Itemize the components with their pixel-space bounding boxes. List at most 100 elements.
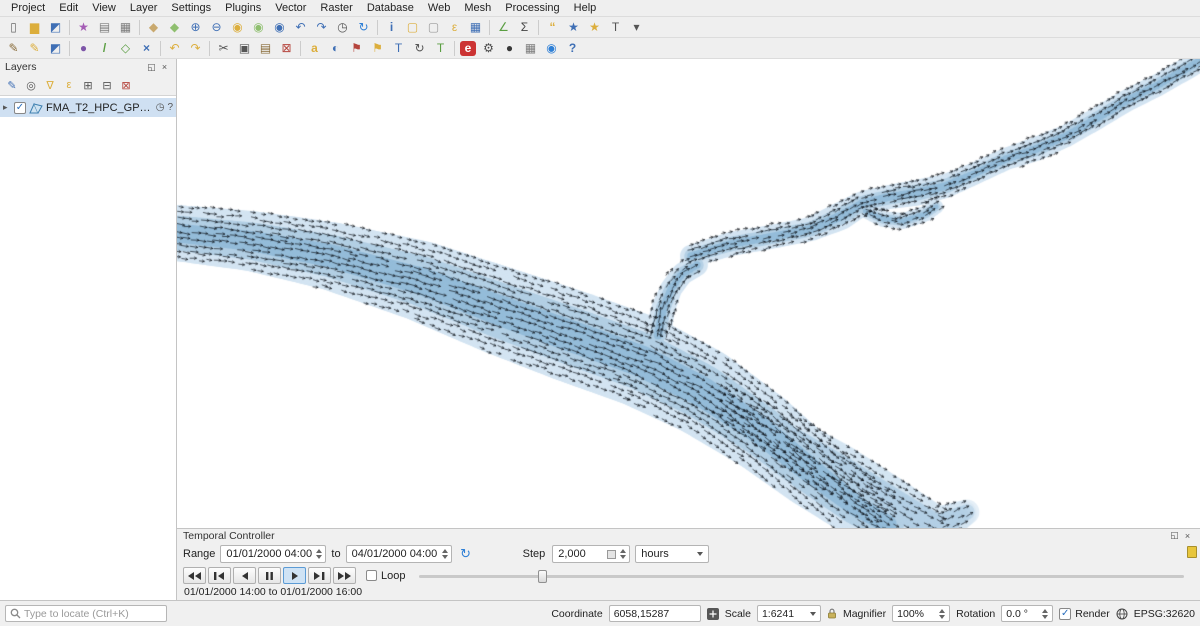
step-spinner[interactable] — [620, 549, 626, 559]
map-canvas[interactable] — [177, 59, 1200, 528]
measure-icon[interactable]: ∠ — [493, 18, 514, 37]
crs-indicator-icon[interactable]: ? — [167, 102, 173, 113]
step-back-button[interactable] — [233, 567, 256, 584]
magnifier-lock-icon[interactable] — [827, 608, 837, 619]
remove-layer-icon[interactable]: ⊠ — [117, 77, 135, 94]
set-to-full-range-icon[interactable]: ↻ — [457, 546, 475, 562]
select-by-expression-icon[interactable]: ε — [444, 18, 465, 37]
collapse-all-icon[interactable]: ⊟ — [98, 77, 116, 94]
slider-handle[interactable] — [538, 570, 547, 583]
pan-map-icon[interactable]: ◆ — [143, 18, 164, 37]
help-icon[interactable]: ? — [562, 39, 583, 58]
menu-view[interactable]: View — [85, 1, 123, 15]
zoom-next-icon[interactable]: ↷ — [311, 18, 332, 37]
zoom-in-icon[interactable]: ⊕ — [185, 18, 206, 37]
text-annotation-icon[interactable]: T — [605, 18, 626, 37]
crs-status[interactable]: EPSG:32620 — [1134, 608, 1195, 620]
vertex-tool-icon[interactable]: × — [136, 39, 157, 58]
python-console-icon[interactable]: ● — [499, 39, 520, 58]
layers-dock-icon[interactable]: ◱ — [145, 62, 158, 73]
fast-forward-button[interactable] — [333, 567, 356, 584]
temporal-dock-icon[interactable]: ◱ — [1168, 530, 1181, 541]
skip-end-button[interactable] — [308, 567, 331, 584]
deselect-features-icon[interactable]: ▢ — [423, 18, 444, 37]
range-start-spinner[interactable] — [316, 549, 322, 559]
layer-labeling-icon[interactable]: a — [304, 39, 325, 58]
plugin-badge-icon[interactable]: e — [460, 41, 476, 56]
menu-web[interactable]: Web — [421, 1, 457, 15]
extents-icon[interactable] — [707, 608, 719, 620]
digitize-line-icon[interactable]: / — [94, 39, 115, 58]
identify-features-icon[interactable]: i — [381, 18, 402, 37]
digitize-point-icon[interactable]: ● — [73, 39, 94, 58]
step-widget-icon[interactable] — [607, 550, 616, 559]
change-label-icon[interactable]: T — [430, 39, 451, 58]
slider-track[interactable] — [419, 575, 1184, 578]
temporal-close-icon[interactable]: × — [1181, 531, 1194, 541]
manage-map-themes-icon[interactable]: ◎ — [22, 77, 40, 94]
grid-icon[interactable]: ▦ — [520, 39, 541, 58]
step-input[interactable]: 2,000 — [552, 545, 630, 563]
menu-edit[interactable]: Edit — [52, 1, 85, 15]
statistics-icon[interactable]: Σ — [514, 18, 535, 37]
magnifier-spinner[interactable] — [939, 609, 945, 619]
layer-row[interactable]: ▸ ✓ FMA_T2_HPC_GPU_PU1_10 ◷ ? — [0, 98, 176, 117]
menu-mesh[interactable]: Mesh — [457, 1, 498, 15]
play-button[interactable] — [283, 567, 306, 584]
redo-icon[interactable]: ↷ — [185, 39, 206, 58]
attribute-table-icon[interactable]: ▦ — [465, 18, 486, 37]
locate-input[interactable] — [24, 608, 162, 620]
loop-checkbox[interactable] — [366, 570, 377, 581]
zoom-out-icon[interactable]: ⊖ — [206, 18, 227, 37]
new-layout-icon[interactable]: ▤ — [94, 18, 115, 37]
menu-database[interactable]: Database — [360, 1, 421, 15]
open-project-icon[interactable]: ▆ — [24, 18, 45, 37]
open-layer-styling-icon[interactable]: ✎ — [3, 77, 21, 94]
rotate-label-icon[interactable]: ↻ — [409, 39, 430, 58]
pin-labels-icon[interactable]: ⚑ — [346, 39, 367, 58]
layers-close-icon[interactable]: × — [158, 62, 171, 72]
save-edits-icon[interactable]: ◩ — [45, 39, 66, 58]
filter-by-expression-icon[interactable]: ε — [60, 77, 78, 94]
step-unit-combo[interactable]: hours — [635, 545, 709, 563]
pause-button[interactable] — [258, 567, 281, 584]
menu-project[interactable]: Project — [4, 1, 52, 15]
locate-box[interactable] — [5, 605, 167, 622]
scale-combo[interactable]: 1:6241 — [757, 605, 821, 622]
move-label-icon[interactable]: T — [388, 39, 409, 58]
cut-features-icon[interactable]: ✂ — [213, 39, 234, 58]
range-end-spinner[interactable] — [442, 549, 448, 559]
menu-layer[interactable]: Layer — [123, 1, 165, 15]
temporal-controller-icon[interactable]: ◷ — [332, 18, 353, 37]
menu-vector[interactable]: Vector — [268, 1, 313, 15]
range-start-input[interactable]: 01/01/2000 04:00 — [220, 545, 326, 563]
rotation-box[interactable]: 0.0 ° — [1001, 605, 1053, 622]
refresh-map-icon[interactable]: ↻ — [353, 18, 374, 37]
new-bookmark-icon[interactable]: ★ — [563, 18, 584, 37]
new-project-icon[interactable]: ▯ — [3, 18, 24, 37]
metasearch-icon[interactable]: ◉ — [541, 39, 562, 58]
save-project-icon[interactable]: ◩ — [45, 18, 66, 37]
highlight-labels-icon[interactable]: ⚑ — [367, 39, 388, 58]
copy-features-icon[interactable]: ▣ — [234, 39, 255, 58]
show-bookmarks-icon[interactable]: ★ — [584, 18, 605, 37]
rewind-button[interactable] — [183, 567, 206, 584]
menu-settings[interactable]: Settings — [164, 1, 218, 15]
expand-arrow-icon[interactable]: ▸ — [3, 102, 11, 113]
style-manager-icon[interactable]: ★ — [73, 18, 94, 37]
render-checkbox[interactable]: ✓ — [1059, 608, 1071, 620]
panel-indicator-icon[interactable] — [1187, 546, 1197, 558]
delete-selected-icon[interactable]: ⊠ — [276, 39, 297, 58]
current-edits-icon[interactable]: ✎ — [3, 39, 24, 58]
processing-toolbox-icon[interactable]: ⚙ — [478, 39, 499, 58]
select-features-icon[interactable]: ▢ — [402, 18, 423, 37]
map-tips-icon[interactable]: “ — [542, 18, 563, 37]
coordinate-box[interactable]: 6058,15287 — [609, 605, 701, 622]
zoom-to-selection-icon[interactable]: ◉ — [248, 18, 269, 37]
menu-raster[interactable]: Raster — [313, 1, 359, 15]
zoom-full-icon[interactable]: ◉ — [227, 18, 248, 37]
menu-help[interactable]: Help — [567, 1, 604, 15]
zoom-last-icon[interactable]: ↶ — [290, 18, 311, 37]
rotation-spinner[interactable] — [1042, 609, 1048, 619]
temporal-slider[interactable] — [419, 568, 1184, 584]
